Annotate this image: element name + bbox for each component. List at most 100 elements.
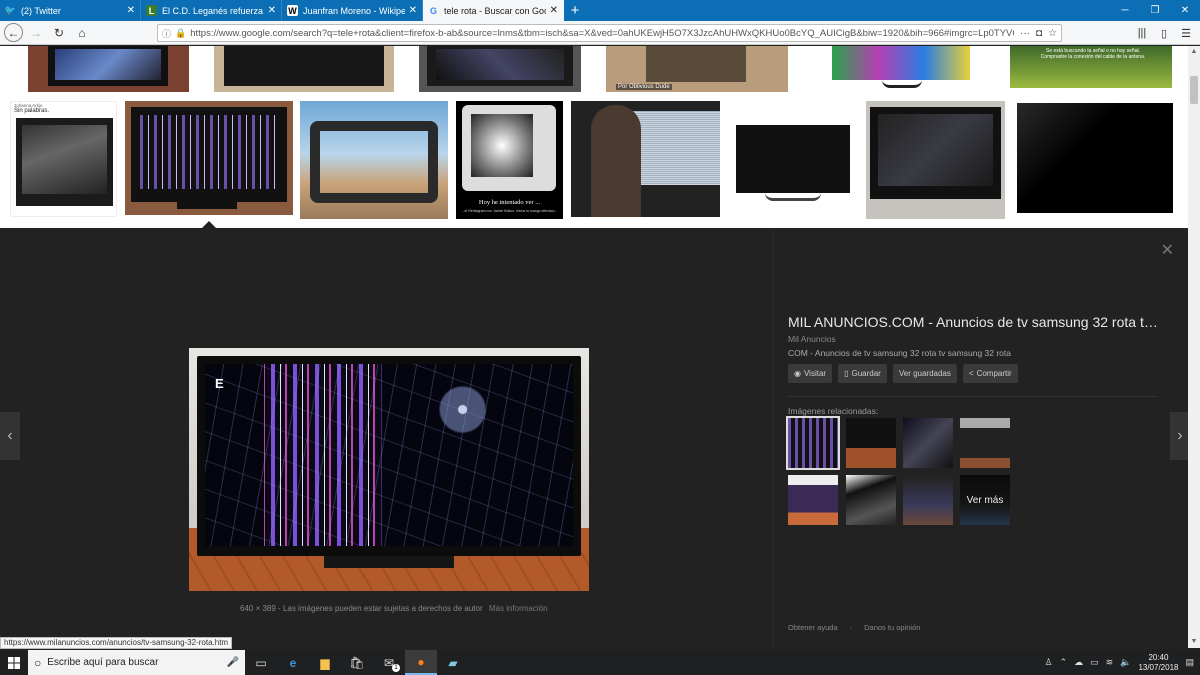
scroll-up-icon[interactable]: ▲ — [1188, 46, 1200, 58]
image-size: 640 × 389 — [240, 604, 276, 613]
viewer-pointer — [202, 221, 216, 228]
file-explorer-icon[interactable]: ▆ — [309, 650, 341, 675]
url-bar[interactable]: ⓘ 🔒 https://www.google.com/search?q=tele… — [157, 24, 1062, 42]
save-button[interactable]: ▯ Guardar — [838, 364, 887, 383]
forward-button[interactable]: → — [26, 23, 46, 43]
clock-time: 20:40 — [1148, 652, 1169, 662]
tv-shape — [462, 105, 556, 191]
image-result[interactable] — [419, 46, 581, 92]
share-icon: < — [968, 369, 974, 378]
sidebar-icon[interactable]: ▯ — [1156, 24, 1172, 42]
rights-text: Las imágenes pueden estar sujetas a dere… — [282, 604, 483, 613]
image-result[interactable]: Se está buscando la señal o no hay señal… — [1010, 46, 1172, 88]
close-icon[interactable]: ✕ — [1161, 240, 1174, 260]
see-more-button[interactable]: Ver más — [960, 475, 1010, 525]
related-image[interactable] — [903, 418, 953, 468]
tab-bar: 🐦 (2) Twitter ✕ L El C.D. Leganés refuer… — [0, 0, 1200, 21]
related-image[interactable] — [960, 418, 1010, 468]
tab-title: (2) Twitter — [21, 5, 61, 16]
info-icon[interactable]: ⓘ — [162, 27, 171, 40]
app-icon[interactable]: ▰ — [437, 650, 469, 675]
tab-wikipedia[interactable]: W Juanfran Moreno - Wikipedia, la enc ✕ — [282, 0, 423, 21]
tv-shape — [1017, 103, 1173, 213]
close-icon[interactable]: ✕ — [268, 5, 276, 16]
store-icon[interactable]: 🛍 — [341, 650, 373, 675]
wifi-icon[interactable]: ≋ — [1106, 657, 1114, 668]
image-result[interactable] — [812, 46, 990, 92]
viewer-sidebar: ✕ MIL ANUNCIOS.COM - Anuncios de tv sams… — [773, 228, 1188, 648]
people-icon[interactable]: ♙ — [1045, 657, 1053, 668]
related-image[interactable] — [846, 418, 896, 468]
tab-leganes[interactable]: L El C.D. Leganés refuerza su lateral ✕ — [141, 0, 282, 21]
visit-button[interactable]: ◉ Visitar — [788, 364, 833, 383]
start-button[interactable] — [0, 650, 28, 675]
image-result-selected[interactable] — [125, 101, 293, 215]
tab-title: tele rota - Buscar con Google — [444, 5, 546, 16]
related-image[interactable] — [788, 475, 838, 525]
more-icon[interactable]: ··· — [1020, 28, 1030, 39]
image-result[interactable] — [866, 101, 1005, 219]
watermark-text: Por Oblivious Dude — [616, 84, 672, 90]
more-info-link[interactable]: Más información — [489, 604, 548, 613]
back-button[interactable]: ← — [4, 23, 23, 42]
result-title[interactable]: MIL ANUNCIOS.COM - Anuncios de tv samsun… — [788, 314, 1158, 330]
pocket-icon[interactable]: ◘ — [1036, 28, 1042, 39]
reload-button[interactable]: ↻ — [49, 23, 69, 43]
new-tab-button[interactable]: + — [564, 0, 586, 21]
tab-google[interactable]: G tele rota - Buscar con Google ✕ — [423, 0, 564, 21]
cloud-icon[interactable]: ☁ — [1074, 657, 1083, 668]
related-image[interactable] — [846, 475, 896, 525]
share-button[interactable]: < Compartir — [962, 364, 1018, 383]
image-result-tweet[interactable]: Johanna Arkje Sin palabras. — [10, 101, 117, 217]
image-result[interactable] — [28, 46, 189, 92]
task-view-icon[interactable]: ▭ — [245, 650, 277, 675]
mail-icon[interactable]: ✉ 1 — [373, 650, 405, 675]
minimize-icon[interactable]: ─ — [1110, 0, 1140, 21]
firefox-icon[interactable]: ● — [405, 650, 437, 675]
person-silhouette — [591, 105, 641, 217]
edge-icon[interactable]: e — [277, 650, 309, 675]
feedback-link[interactable]: Danos tu opinión — [864, 623, 920, 632]
windows-icon — [8, 656, 20, 669]
library-icon[interactable]: ||| — [1134, 24, 1150, 42]
close-window-icon[interactable]: ✕ — [1170, 0, 1200, 21]
image-result[interactable] — [730, 101, 856, 219]
thumb-caption: Hoy he intentado ver ... — [478, 199, 541, 206]
battery-icon[interactable]: ▭ — [1090, 657, 1099, 668]
clock[interactable]: 20:40 13/07/2018 — [1138, 653, 1178, 673]
action-center-icon[interactable]: ▤ — [1185, 657, 1194, 668]
menu-icon[interactable]: ☰ — [1178, 24, 1194, 42]
close-icon[interactable]: ✕ — [409, 5, 417, 16]
tv-shape — [736, 125, 850, 193]
help-link[interactable]: Obtener ayuda — [788, 623, 838, 632]
scroll-down-icon[interactable]: ▼ — [1188, 636, 1200, 648]
image-result[interactable]: Hoy he intentado ver ... ...el Rehtagram… — [456, 101, 563, 219]
close-icon[interactable]: ✕ — [127, 5, 135, 16]
chevron-up-icon[interactable]: ⌃ — [1060, 657, 1068, 668]
previous-image-button[interactable]: ‹ — [0, 412, 20, 460]
view-saved-button[interactable]: Ver guardadas — [892, 364, 957, 383]
bookmark-star-icon[interactable]: ☆ — [1048, 28, 1057, 39]
preview-image[interactable]: E — [189, 348, 589, 591]
volume-icon[interactable]: 🔈 — [1120, 657, 1131, 668]
taskbar-search[interactable]: ○ Escribe aquí para buscar 🎤 — [28, 650, 245, 675]
related-image[interactable] — [903, 475, 953, 525]
bookmark-icon: ▯ — [844, 369, 849, 378]
tab-twitter[interactable]: 🐦 (2) Twitter ✕ — [0, 0, 141, 21]
page-scrollbar[interactable]: ▲ ▼ — [1188, 46, 1200, 648]
restore-icon[interactable]: ❐ — [1140, 0, 1170, 21]
related-image[interactable] — [786, 416, 840, 470]
tweet-text: Sin palabras. — [14, 108, 50, 114]
microphone-icon[interactable]: 🎤 — [227, 657, 239, 668]
home-button[interactable]: ⌂ — [72, 23, 92, 43]
close-icon[interactable]: ✕ — [550, 5, 558, 16]
image-result[interactable] — [300, 101, 448, 219]
scroll-thumb[interactable] — [1190, 76, 1198, 104]
image-result[interactable] — [214, 46, 394, 92]
tv-shape — [427, 46, 573, 86]
tv-shape — [48, 46, 168, 86]
thumb-caption-small: ...el Rehtagram con Jazbel Bolton, nisms… — [461, 209, 558, 213]
image-result[interactable]: Por Oblivious Dude — [606, 46, 788, 92]
image-result[interactable] — [571, 101, 720, 217]
image-result[interactable] — [1015, 101, 1175, 217]
